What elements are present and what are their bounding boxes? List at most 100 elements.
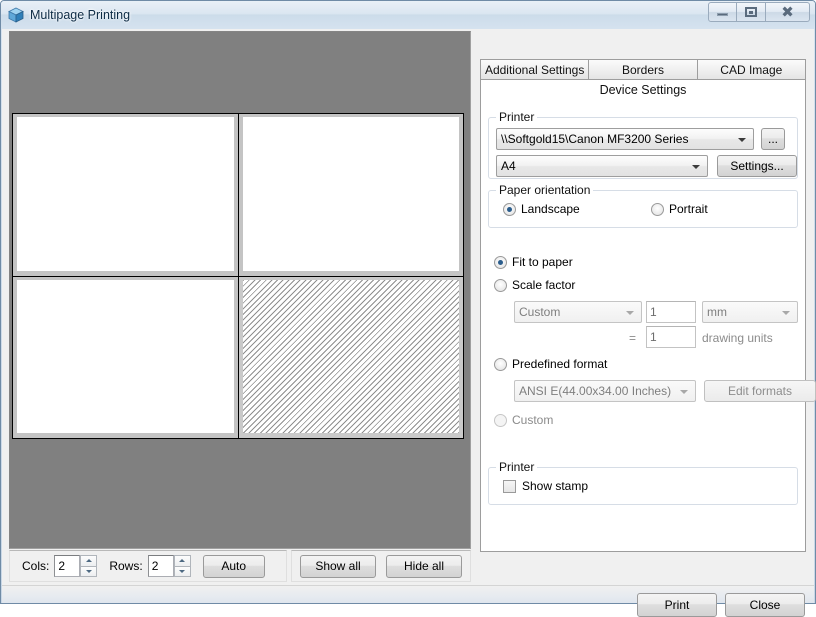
drawing-units-label: drawing units [702,331,773,345]
checkbox-icon [503,480,516,493]
chevron-down-icon [179,570,185,573]
radio-icon [494,414,507,427]
chevron-up-icon [179,559,185,562]
show-all-button[interactable]: Show all [300,555,376,578]
hide-all-button[interactable]: Hide all [386,555,462,578]
scale-preset-value: Custom [519,305,560,319]
chevron-down-icon [692,165,700,169]
cols-label: Cols: [22,559,49,573]
rows-stepper-down[interactable] [174,566,191,578]
rows-stepper-up[interactable] [174,555,191,566]
radio-predefined-format-label: Predefined format [512,357,607,371]
tab-device-settings[interactable]: Device Settings [480,83,806,97]
title-bar: Multipage Printing ✖ [1,1,815,29]
printer-select-value: \\Softgold15\Canon MF3200 Series [501,132,688,146]
auto-button[interactable]: Auto [203,555,265,578]
stamp-group-title: Printer [496,460,537,474]
rows-stepper[interactable] [174,555,191,577]
drawing-units-input[interactable] [646,326,696,348]
radio-scale-factor[interactable]: Scale factor [494,278,575,292]
visibility-toolbar: Show all Hide all [291,550,471,582]
printer-settings-button[interactable]: Settings... [717,155,797,177]
minimize-icon [717,13,728,16]
rows-label: Rows: [109,559,142,573]
checkbox-show-stamp[interactable]: Show stamp [503,479,588,493]
dialog-buttons: Print Close [637,593,805,617]
scale-units-select[interactable]: mm [702,301,798,323]
page-sheet-hatched [243,280,460,434]
paper-orientation-group: Paper orientation Landscape Portrait [488,190,798,228]
page-sheet [17,117,234,271]
client-area: Cols: Rows: Auto Show all Hide all Addit… [2,29,814,603]
settings-panel: Additional Settings Borders CAD Image De… [480,33,808,581]
radio-icon [494,256,507,269]
close-icon: ✖ [781,5,794,20]
close-button[interactable]: ✖ [766,2,810,22]
paper-size-select[interactable]: A4 [496,155,708,177]
page-cell-hidden[interactable] [239,277,464,439]
chevron-down-icon [738,138,746,142]
tab-additional-settings[interactable]: Additional Settings [480,59,589,80]
chevron-up-icon [86,559,92,562]
scaling-section: Fit to paper Scale factor Custom mm = [488,239,798,429]
radio-landscape[interactable]: Landscape [503,202,580,216]
cols-input[interactable] [54,555,80,577]
radio-icon [494,279,507,292]
radio-portrait-label: Portrait [669,202,708,216]
radio-custom[interactable]: Custom [494,413,553,427]
radio-fit-to-paper-label: Fit to paper [512,255,573,269]
equals-sign: = [629,331,636,345]
browse-printer-button[interactable]: ... [761,128,785,150]
stamp-group: Printer Show stamp [488,467,798,505]
chevron-down-icon [680,390,688,394]
scale-units-value: mm [707,305,727,319]
predefined-format-select[interactable]: ANSI E(44.00x34.00 Inches) [514,380,696,402]
chevron-down-icon [86,570,92,573]
print-preview-panel[interactable] [9,31,471,549]
multipage-printing-window: Multipage Printing ✖ [0,0,816,604]
cube-icon [8,7,24,23]
tab-cad-image[interactable]: CAD Image [698,59,806,80]
window-title: Multipage Printing [30,8,130,22]
chevron-down-icon [626,311,634,315]
radio-fit-to-paper[interactable]: Fit to paper [494,255,573,269]
page-cell[interactable] [239,114,464,276]
rows-input[interactable] [148,555,174,577]
scale-value-input[interactable] [646,301,696,323]
radio-landscape-label: Landscape [521,202,580,216]
grid-size-toolbar: Cols: Rows: Auto [9,550,287,582]
chevron-down-icon [782,311,790,315]
paper-size-value: A4 [501,159,516,173]
tab-borders[interactable]: Borders [589,59,697,80]
print-button[interactable]: Print [637,593,717,617]
printer-group-title: Printer [496,110,537,124]
close-dialog-button[interactable]: Close [725,593,805,617]
radio-icon [494,358,507,371]
cols-stepper[interactable] [80,555,97,577]
radio-portrait[interactable]: Portrait [651,202,708,216]
page-cell[interactable] [13,114,238,276]
printer-select[interactable]: \\Softgold15\Canon MF3200 Series [496,128,754,150]
page-grid [12,113,464,439]
printer-group: Printer \\Softgold15\Canon MF3200 Series… [488,117,798,179]
radio-predefined-format[interactable]: Predefined format [494,357,607,371]
restore-icon [745,7,757,17]
radio-icon [651,203,664,216]
cols-stepper-down[interactable] [80,566,97,578]
radio-icon [503,203,516,216]
scale-preset-select[interactable]: Custom [514,301,642,323]
paper-orientation-title: Paper orientation [496,183,593,197]
edit-formats-button[interactable]: Edit formats [704,380,816,402]
predefined-format-value: ANSI E(44.00x34.00 Inches) [519,384,671,398]
radio-custom-label: Custom [512,413,553,427]
minimize-button[interactable] [708,2,737,22]
restore-button[interactable] [737,2,766,22]
radio-scale-factor-label: Scale factor [512,278,575,292]
preview-canvas[interactable] [10,32,470,548]
cols-stepper-up[interactable] [80,555,97,566]
window-controls: ✖ [708,2,810,22]
page-cell[interactable] [13,277,238,439]
page-sheet [17,280,234,434]
checkbox-show-stamp-label: Show stamp [522,479,588,493]
tab-strip: Additional Settings Borders CAD Image [480,59,806,80]
